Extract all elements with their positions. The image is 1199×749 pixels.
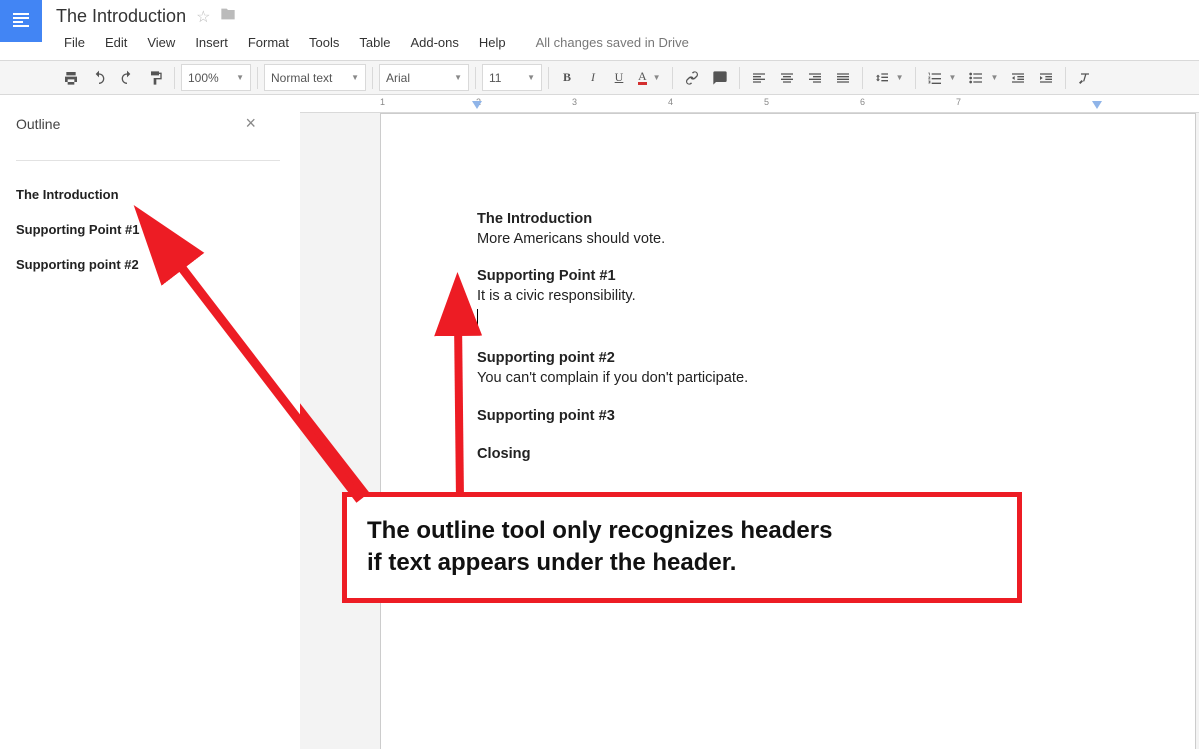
menu-format[interactable]: Format xyxy=(240,31,297,54)
align-center-button[interactable] xyxy=(774,64,800,91)
font-select[interactable]: Arial ▼ xyxy=(379,64,469,91)
outline-item[interactable]: Supporting Point #1 xyxy=(16,212,280,247)
text-cursor xyxy=(477,309,478,325)
increase-indent-button[interactable] xyxy=(1033,64,1059,91)
left-indent-marker[interactable] xyxy=(472,101,482,109)
document-page[interactable]: The Introduction More Americans should v… xyxy=(380,113,1196,749)
doc-heading[interactable]: Closing xyxy=(477,445,1099,465)
chevron-down-icon: ▼ xyxy=(653,73,661,82)
annotation-text: The outline tool only recognizes headers xyxy=(367,515,997,547)
menu-tools[interactable]: Tools xyxy=(301,31,347,54)
align-left-button[interactable] xyxy=(746,64,772,91)
menu-file[interactable]: File xyxy=(56,31,93,54)
ruler-tick: 7 xyxy=(956,97,961,107)
menu-addons[interactable]: Add-ons xyxy=(402,31,466,54)
chevron-down-icon: ▼ xyxy=(236,73,244,82)
menu-bar: File Edit View Insert Format Tools Table… xyxy=(56,27,697,54)
right-indent-marker[interactable] xyxy=(1092,101,1102,109)
print-button[interactable] xyxy=(58,64,84,91)
folder-icon[interactable] xyxy=(220,6,236,27)
paragraph-style-value: Normal text xyxy=(271,71,332,85)
document-title[interactable]: The Introduction xyxy=(56,6,186,27)
insert-link-button[interactable] xyxy=(679,64,705,91)
clear-formatting-button[interactable] xyxy=(1072,64,1098,91)
menu-insert[interactable]: Insert xyxy=(187,31,236,54)
text-color-button[interactable]: A ▼ xyxy=(633,64,666,91)
chevron-down-icon: ▼ xyxy=(949,73,957,82)
doc-heading[interactable]: The Introduction xyxy=(477,210,1099,230)
workspace: Outline × The Introduction Supporting Po… xyxy=(0,95,1199,749)
font-size-select[interactable]: 11 ▼ xyxy=(482,64,542,91)
star-icon[interactable]: ☆ xyxy=(196,7,210,27)
bold-button[interactable]: B xyxy=(555,64,579,91)
undo-button[interactable] xyxy=(86,64,112,91)
ruler-tick: 5 xyxy=(764,97,769,107)
doc-heading[interactable]: Supporting point #2 xyxy=(477,349,1099,369)
chevron-down-icon: ▼ xyxy=(454,73,462,82)
outline-panel: Outline × The Introduction Supporting Po… xyxy=(0,95,300,749)
zoom-value: 100% xyxy=(188,71,219,85)
align-right-button[interactable] xyxy=(802,64,828,91)
ruler-tick: 3 xyxy=(572,97,577,107)
chevron-down-icon: ▼ xyxy=(896,73,904,82)
align-justify-button[interactable] xyxy=(830,64,856,91)
annotation-callout: The outline tool only recognizes headers… xyxy=(342,492,1022,603)
font-size-value: 11 xyxy=(489,71,501,85)
line-spacing-button[interactable]: ▼ xyxy=(869,64,909,91)
canvas-area: 1 2 3 4 5 6 7 The Introduction More Amer… xyxy=(300,95,1199,749)
bulleted-list-button[interactable]: ▼ xyxy=(963,64,1003,91)
doc-heading[interactable]: Supporting Point #1 xyxy=(477,267,1099,287)
insert-comment-button[interactable] xyxy=(707,64,733,91)
zoom-select[interactable]: 100% ▼ xyxy=(181,64,251,91)
toolbar: 100%▼ Normal text▼ Arial▼ 11▼ B I U A ▼ … xyxy=(0,60,1199,95)
menu-help[interactable]: Help xyxy=(471,31,514,54)
ruler-tick: 4 xyxy=(668,97,673,107)
redo-button[interactable] xyxy=(114,64,140,91)
underline-button[interactable]: U xyxy=(607,64,631,91)
menu-table[interactable]: Table xyxy=(351,31,398,54)
font-value: Arial xyxy=(386,71,410,85)
docs-logo[interactable] xyxy=(0,0,42,42)
outline-item[interactable]: The Introduction xyxy=(16,177,280,212)
ruler-tick: 6 xyxy=(860,97,865,107)
doc-body[interactable]: It is a civic responsibility. xyxy=(477,287,1099,307)
paint-format-button[interactable] xyxy=(142,64,168,91)
save-status: All changes saved in Drive xyxy=(528,31,697,54)
doc-heading[interactable]: Supporting point #3 xyxy=(477,407,1099,427)
italic-button[interactable]: I xyxy=(581,64,605,91)
app-header: The Introduction ☆ File Edit View Insert… xyxy=(0,0,1199,60)
menu-view[interactable]: View xyxy=(139,31,183,54)
paragraph-style-select[interactable]: Normal text ▼ xyxy=(264,64,366,91)
outline-item[interactable]: Supporting point #2 xyxy=(16,247,280,282)
chevron-down-icon: ▼ xyxy=(351,73,359,82)
decrease-indent-button[interactable] xyxy=(1005,64,1031,91)
chevron-down-icon: ▼ xyxy=(527,73,535,82)
chevron-down-icon: ▼ xyxy=(990,73,998,82)
horizontal-ruler[interactable]: 1 2 3 4 5 6 7 xyxy=(300,95,1199,113)
numbered-list-button[interactable]: ▼ xyxy=(922,64,962,91)
doc-body[interactable]: You can't complain if you don't particip… xyxy=(477,369,1099,389)
ruler-tick: 1 xyxy=(380,97,385,107)
annotation-text: if text appears under the header. xyxy=(367,547,997,579)
close-icon[interactable]: × xyxy=(245,113,280,134)
outline-title: Outline xyxy=(16,116,60,132)
menu-edit[interactable]: Edit xyxy=(97,31,135,54)
doc-body[interactable]: More Americans should vote. xyxy=(477,230,1099,250)
